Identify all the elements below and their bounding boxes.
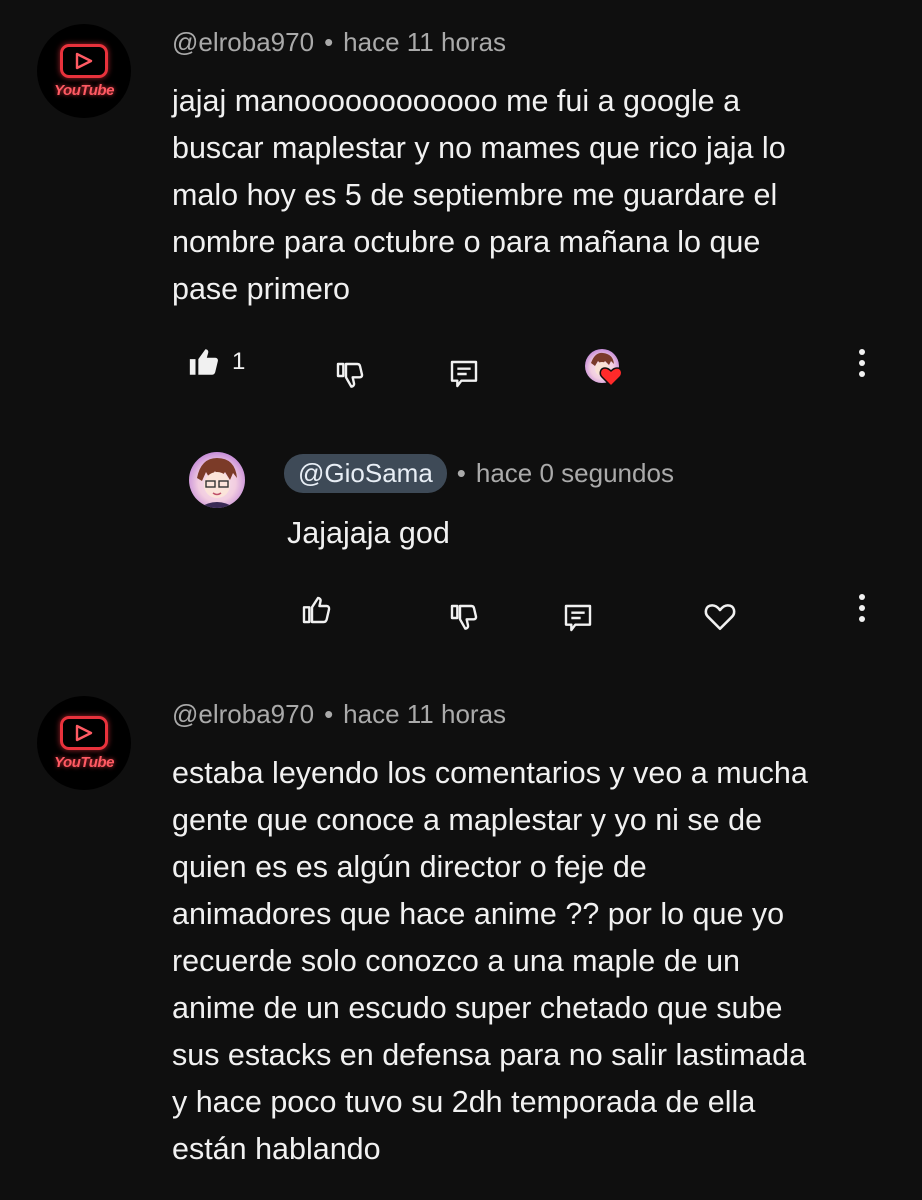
comment-reply-icon [564,604,592,632]
reply-button[interactable] [444,354,484,394]
reply-meta: @GioSama • hace 0 segundos [284,454,674,493]
comment-time: hace 11 horas [343,699,507,729]
comment-time: hace 11 horas [343,27,507,57]
like-button[interactable] [184,342,224,382]
commenter-avatar[interactable]: YouTube [37,696,131,790]
commenter-avatar[interactable]: YouTube [37,24,131,118]
comment-line: están hablando [172,1132,381,1166]
comment-line: buscar maplestar y no mames que rico jaj… [172,131,786,165]
comment-line: anime de un escudo super chetado que sub… [172,991,783,1025]
like-count: 1 [232,348,246,375]
comment-line: malo hoy es 5 de septiembre me guardare … [172,178,778,212]
reply-like-button[interactable] [296,590,336,630]
youtube-logo-icon [60,43,108,78]
reply-text: Jajajaja god [287,516,450,550]
comment-author[interactable]: @elroba970 [172,27,314,57]
creator-heart-badge [585,349,623,387]
comment-meta: @elroba970 • hace 11 horas [172,27,506,58]
reply-more-options-button[interactable] [846,588,878,628]
meta-separator: • [324,699,334,729]
avatar-logo-text: YouTube [54,753,114,771]
thumbs-down-icon [450,604,478,630]
avatar-logo-text: YouTube [54,81,114,99]
comment-text: jajaj manoooooooooooo me fui a google a … [172,78,892,313]
comment-line: estaba leyendo los comentarios y veo a m… [172,756,808,790]
reply-reply-button[interactable] [558,598,598,638]
thumbs-down-icon [336,362,364,388]
more-options-button[interactable] [846,343,878,383]
anime-character-icon [197,458,237,508]
meta-separator: • [324,27,334,57]
comment-line: pase primero [172,272,350,306]
creator-heart-button[interactable] [700,596,740,636]
comment-line: sus estacks en defensa para no salir las… [172,1038,807,1072]
thumbs-up-filled-icon [189,349,218,375]
meta-separator: • [456,458,466,488]
comment-meta: @elroba970 • hace 11 horas [172,699,506,730]
more-vertical-icon [859,349,865,377]
comment-reply-icon [450,360,478,388]
thumbs-up-icon [302,596,331,624]
heart-filled-icon [599,367,623,387]
heart-outline-icon [704,604,736,631]
reply-avatar[interactable] [189,452,245,508]
comment-line: nombre para octubre o para mañana lo que [172,225,761,259]
comment-line: animadores que hace anime ?? por lo que … [172,897,785,931]
youtube-logo-icon [60,715,108,750]
reply-author-chip[interactable]: @GioSama [284,454,447,493]
dislike-button[interactable] [330,356,370,396]
comment-line: quien es es algún director o feje de [172,850,647,884]
comment-line: jajaj manoooooooooooo me fui a google a [172,84,741,118]
comment-text: estaba leyendo los comentarios y veo a m… [172,750,912,1173]
comment-line: y hace poco tuvo su 2dh temporada de ell… [172,1085,756,1119]
reply-dislike-button[interactable] [444,598,484,638]
comment-line: recuerde solo conozco a una maple de un [172,944,741,978]
more-vertical-icon [859,594,865,622]
comment-author[interactable]: @elroba970 [172,699,314,729]
comment-line: gente que conoce a maplestar y yo ni se … [172,803,763,837]
reply-time: hace 0 segundos [475,458,674,488]
